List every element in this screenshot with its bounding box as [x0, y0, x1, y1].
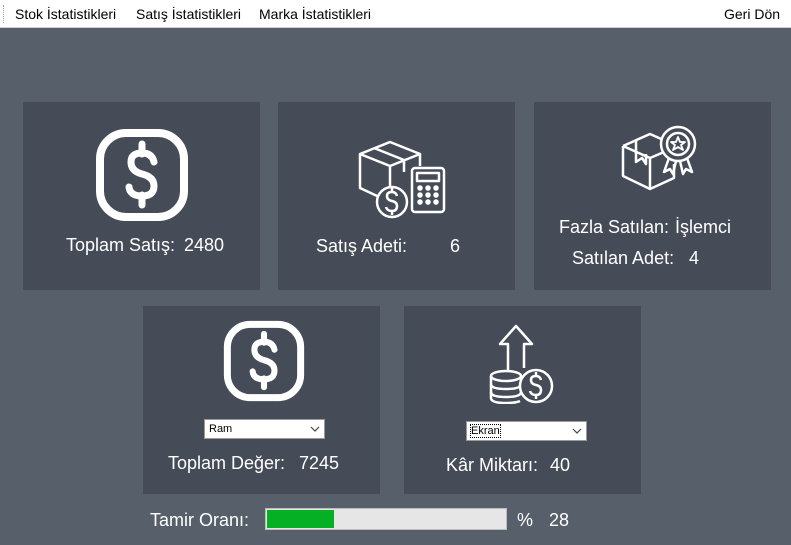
menu-bar: Stok İstatistikleri Satış İstatistikleri…	[0, 0, 791, 28]
menu-item-brand-stats[interactable]: Marka İstatistikleri	[259, 6, 371, 22]
profit-label: Kâr Miktarı:	[446, 455, 539, 475]
sales-count-label: Satış Adeti:	[316, 236, 408, 256]
category-select-value: Ram	[209, 423, 233, 435]
repair-rate-progress-fill	[267, 510, 334, 528]
total-value-value: 7245	[299, 453, 340, 473]
menu-grip	[3, 5, 6, 23]
total-value-card: Ram Toplam Değer: 7245	[143, 306, 380, 494]
sales-count-value: 6	[450, 236, 461, 256]
best-seller-value: İşlemci	[675, 217, 732, 237]
profit-category-select[interactable]: Ekran	[466, 421, 587, 441]
box-calculator-icon	[358, 140, 446, 219]
percent-sign: %	[517, 510, 534, 530]
profit-value: 40	[550, 455, 571, 475]
dollar-icon	[96, 129, 188, 221]
total-sales-value: 2480	[184, 235, 225, 255]
chevron-down-icon	[310, 426, 320, 432]
total-sales-label: Toplam Satış:	[66, 235, 176, 255]
repair-rate-label: Tamir Oranı:	[150, 510, 250, 530]
best-seller-card: Fazla Satılan: İşlemci Satılan Adet: 4	[534, 102, 771, 290]
best-seller-label: Fazla Satılan:	[559, 217, 670, 237]
chevron-down-icon	[572, 428, 582, 434]
award-box-icon	[621, 125, 697, 191]
profit-category-select-value: Ekran	[470, 424, 501, 438]
dollar-icon	[223, 320, 305, 402]
sold-count-label: Satılan Adet:	[572, 248, 675, 268]
total-value-label: Toplam Değer:	[168, 453, 286, 473]
sales-count-card: Satış Adeti: 6	[278, 102, 515, 290]
menu-item-stock-stats[interactable]: Stok İstatistikleri	[15, 6, 116, 22]
repair-rate-progress	[265, 508, 507, 530]
back-button[interactable]: Geri Dön	[724, 6, 780, 22]
repair-rate-value: 28	[549, 510, 570, 530]
menu-item-sales-stats[interactable]: Satış İstatistikleri	[136, 6, 241, 22]
coins-up-icon	[489, 324, 554, 404]
total-sales-card: Toplam Satış: 2480	[23, 102, 260, 290]
sold-count-value: 4	[689, 248, 700, 268]
category-select[interactable]: Ram	[204, 419, 325, 439]
profit-card: Ekran Kâr Miktarı: 40	[404, 306, 641, 494]
